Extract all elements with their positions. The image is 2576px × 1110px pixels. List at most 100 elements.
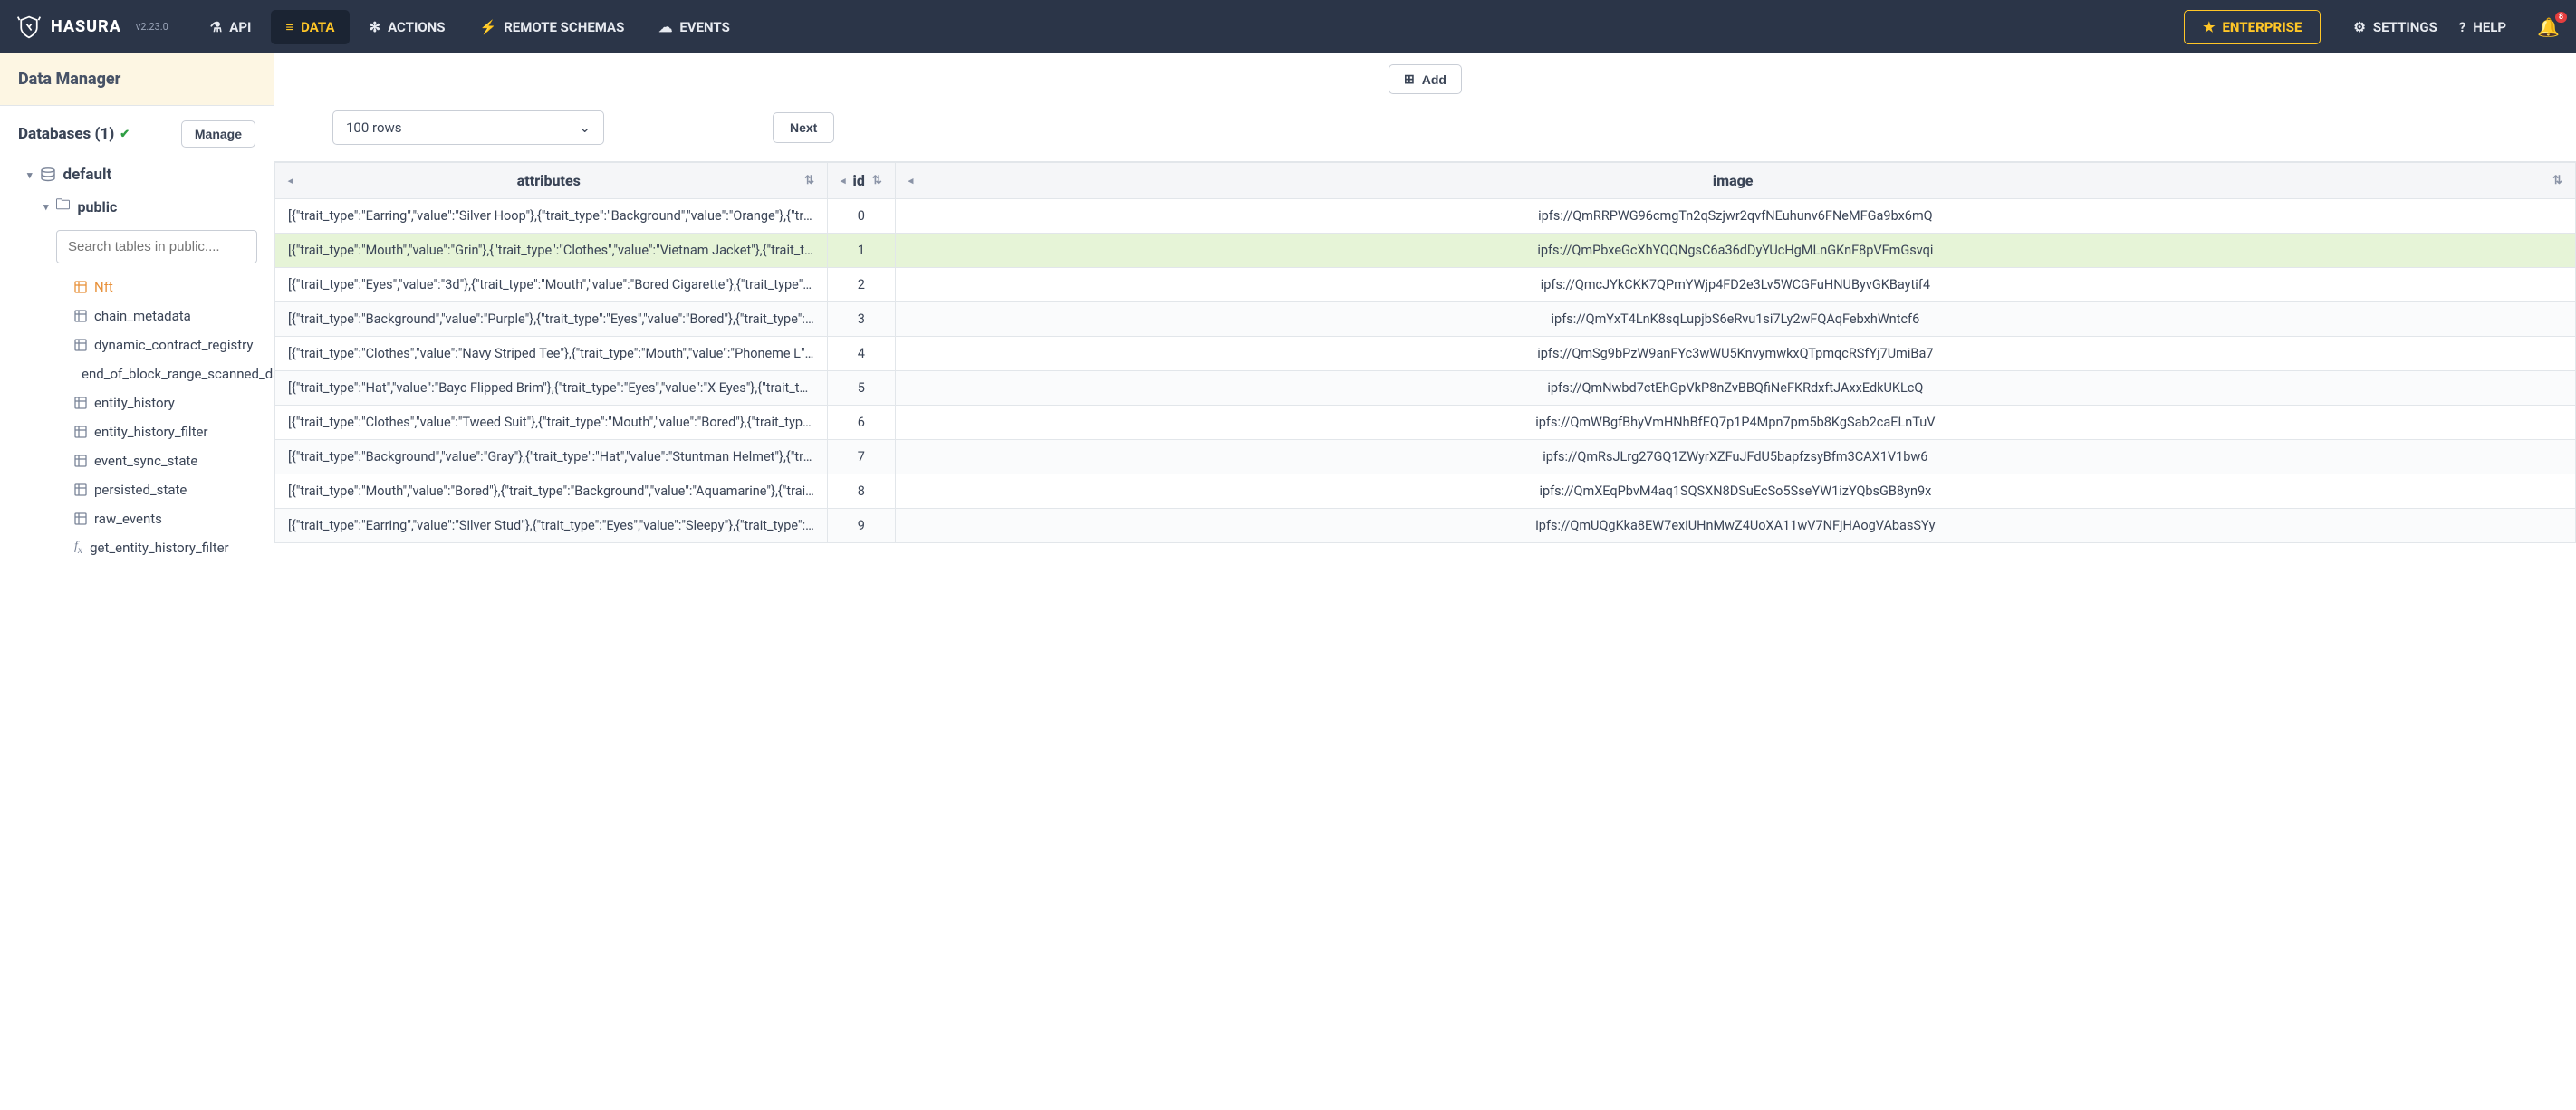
table-list: Nft chain_metadata dynamic_contract_regist… <box>18 273 274 562</box>
table-row[interactable]: [{"trait_type":"Earring","value":"Silver… <box>275 509 2576 543</box>
column-header-attributes[interactable]: ◂ attributes ⇅ <box>275 163 828 199</box>
nav-items: ⚗API ≡DATA ✻ACTIONS ⚡REMOTE SCHEMAS ☁EVE… <box>196 10 745 44</box>
cell-id: 3 <box>828 302 896 337</box>
flask-icon: ⚗ <box>210 19 222 35</box>
enterprise-button[interactable]: ★ ENTERPRISE <box>2184 10 2321 44</box>
table-item-label: chain_metadata <box>94 308 191 324</box>
cell-id: 1 <box>828 234 896 268</box>
cell-attributes: [{"trait_type":"Mouth","value":"Grin"},{… <box>275 234 828 268</box>
sort-icon[interactable]: ⇅ <box>804 174 814 187</box>
table-item-end_of_block_range_scanned_data[interactable]: end_of_block_range_scanned_data <box>67 359 274 388</box>
table-item-entity_history_filter[interactable]: entity_history_filter <box>67 417 274 446</box>
table-item-chain_metadata[interactable]: chain_metadata <box>67 301 274 330</box>
table-item-Nft[interactable]: Nft <box>67 273 274 301</box>
database-icon <box>40 167 56 182</box>
cell-attributes: [{"trait_type":"Eyes","value":"3d"},{"tr… <box>275 268 828 302</box>
cell-attributes: [{"trait_type":"Earring","value":"Silver… <box>275 199 828 234</box>
cell-attributes: [{"trait_type":"Background","value":"Gra… <box>275 440 828 474</box>
logo[interactable]: HASURA <box>16 14 121 40</box>
cloud-icon: ☁ <box>658 19 672 35</box>
cell-attributes: [{"trait_type":"Clothes","value":"Tweed … <box>275 406 828 440</box>
cell-id: 5 <box>828 371 896 406</box>
cell-attributes: [{"trait_type":"Hat","value":"Bayc Flipp… <box>275 371 828 406</box>
table-item-dynamic_contract_registry[interactable]: dynamic_contract_registry <box>67 330 274 359</box>
next-page-button[interactable]: Next <box>773 112 834 143</box>
manage-button[interactable]: Manage <box>181 120 255 148</box>
cell-id: 4 <box>828 337 896 371</box>
schema-node-public[interactable]: ▾ 🗀 public <box>18 189 274 225</box>
table-item-label: entity_history_filter <box>94 424 208 440</box>
cell-attributes: [{"trait_type":"Mouth","value":"Bored"},… <box>275 474 828 509</box>
table-row[interactable]: [{"trait_type":"Eyes","value":"3d"},{"tr… <box>275 268 2576 302</box>
gear-icon: ⚙ <box>2353 19 2365 35</box>
version-label: v2.23.0 <box>136 21 168 33</box>
table-item-raw_events[interactable]: raw_events <box>67 504 274 533</box>
cell-image: ipfs://QmSg9bPzW9anFYc3wWU5KnvymwkxQTpmq… <box>895 337 2575 371</box>
cell-image: ipfs://QmcJYkCKK7QPmYWjp4FD2e3Lv5WCGFuHN… <box>895 268 2575 302</box>
plus-square-icon: ⊞ <box>1404 72 1415 87</box>
nav-actions[interactable]: ✻ACTIONS <box>355 10 460 44</box>
data-manager-header: Data Manager <box>0 53 274 106</box>
nav-remote-schemas[interactable]: ⚡REMOTE SCHEMAS <box>466 10 639 44</box>
nav-data[interactable]: ≡DATA <box>271 10 349 44</box>
table-item-label: raw_events <box>94 511 162 527</box>
sort-icon[interactable]: ⇅ <box>2552 174 2562 187</box>
table-item-label: end_of_block_range_scanned_data <box>82 366 292 382</box>
function-item-get_entity_history_filter[interactable]: fx get_entity_history_filter <box>67 533 274 562</box>
cell-image: ipfs://QmUQgKka8EW7exiUHnMwZ4UoXA11wV7NF… <box>895 509 2575 543</box>
table-row[interactable]: [{"trait_type":"Earring","value":"Silver… <box>275 199 2576 234</box>
cell-id: 8 <box>828 474 896 509</box>
search-tables-input[interactable] <box>56 230 257 263</box>
folder-icon: 🗀 <box>56 195 71 219</box>
table-row[interactable]: [{"trait_type":"Background","value":"Pur… <box>275 302 2576 337</box>
column-header-id[interactable]: ◂ id ⇅ <box>828 163 896 199</box>
sort-icon[interactable]: ⇅ <box>872 174 882 187</box>
bell-badge: 8 <box>2555 12 2567 23</box>
cell-id: 2 <box>828 268 896 302</box>
table-row[interactable]: [{"trait_type":"Hat","value":"Bayc Flipp… <box>275 371 2576 406</box>
cell-image: ipfs://QmRsJLrg27GQ1ZWyrXZFuJFdU5bapfzsy… <box>895 440 2575 474</box>
hasura-logo-icon <box>16 14 42 40</box>
table-item-label: persisted_state <box>94 482 187 498</box>
table-item-label: Nft <box>94 279 113 295</box>
database-icon: ≡ <box>285 19 293 35</box>
notifications-bell[interactable]: 🔔 8 <box>2537 16 2560 38</box>
table-item-label: event_sync_state <box>94 453 197 469</box>
function-item-label: get_entity_history_filter <box>90 540 229 556</box>
table-row[interactable]: [{"trait_type":"Clothes","value":"Tweed … <box>275 406 2576 440</box>
caret-left-icon: ◂ <box>908 175 914 187</box>
table-row[interactable]: [{"trait_type":"Background","value":"Gra… <box>275 440 2576 474</box>
cell-image: ipfs://QmWBgfBhyVmHNhBfEQ7p1P4Mpn7pm5b8K… <box>895 406 2575 440</box>
add-button[interactable]: ⊞ Add <box>1389 64 1462 94</box>
table-row[interactable]: [{"trait_type":"Mouth","value":"Bored"},… <box>275 474 2576 509</box>
table-item-persisted_state[interactable]: persisted_state <box>67 475 274 504</box>
table-item-entity_history[interactable]: entity_history <box>67 388 274 417</box>
cell-image: ipfs://QmNwbd7ctEhGpVkP8nZvBBQfiNeFKRdxf… <box>895 371 2575 406</box>
databases-title: Databases (1) ✔ <box>18 125 130 143</box>
nav-settings[interactable]: ⚙SETTINGS <box>2353 19 2437 35</box>
nav-api[interactable]: ⚗API <box>196 10 266 44</box>
cell-attributes: [{"trait_type":"Clothes","value":"Navy S… <box>275 337 828 371</box>
content-area: ⊞ Add 100 rows ⌄ Next ◂ attributes <box>274 53 2576 1110</box>
data-grid: ◂ attributes ⇅ ◂ id ⇅ <box>274 161 2576 543</box>
cell-attributes: [{"trait_type":"Background","value":"Pur… <box>275 302 828 337</box>
chevron-down-icon: ▾ <box>27 169 33 181</box>
cell-id: 0 <box>828 199 896 234</box>
rows-per-page-select[interactable]: 100 rows ⌄ <box>332 110 604 145</box>
table-item-label: dynamic_contract_registry <box>94 337 253 353</box>
table-item-event_sync_state[interactable]: event_sync_state <box>67 446 274 475</box>
cell-image: ipfs://QmPbxeGcXhYQQNgsC6a36dDyYUcHgMLnG… <box>895 234 2575 268</box>
brand-name: HASURA <box>51 17 121 36</box>
function-icon: fx <box>74 540 82 556</box>
chevron-down-icon: ▾ <box>43 201 49 213</box>
top-nav: HASURA v2.23.0 ⚗API ≡DATA ✻ACTIONS ⚡REMO… <box>0 0 2576 53</box>
cell-id: 9 <box>828 509 896 543</box>
nav-events[interactable]: ☁EVENTS <box>644 10 744 44</box>
db-node-default[interactable]: ▾ default <box>18 160 274 189</box>
table-row[interactable]: [{"trait_type":"Clothes","value":"Navy S… <box>275 337 2576 371</box>
cell-id: 6 <box>828 406 896 440</box>
column-header-image[interactable]: ◂ image ⇅ <box>895 163 2575 199</box>
nav-help[interactable]: ?HELP <box>2459 19 2506 35</box>
table-row[interactable]: [{"trait_type":"Mouth","value":"Grin"},{… <box>275 234 2576 268</box>
caret-left-icon: ◂ <box>841 175 846 187</box>
